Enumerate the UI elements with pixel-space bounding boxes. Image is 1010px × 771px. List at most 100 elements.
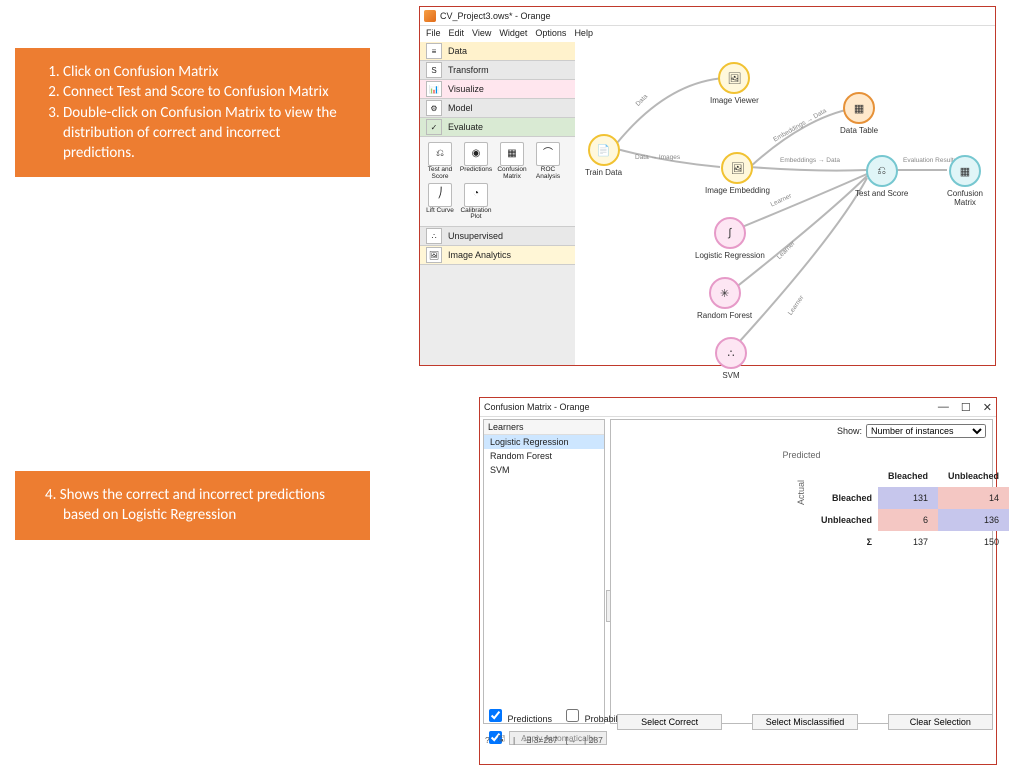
chart-icon: 📊	[426, 81, 442, 97]
node-logistic-regression[interactable]: ∫Logistic Regression	[695, 217, 765, 260]
node-data-table[interactable]: ▦Data Table	[840, 92, 878, 135]
widget-test-and-score[interactable]: ⎌Test and Score	[422, 142, 458, 181]
node-confusion-matrix[interactable]: ▦Confusion Matrix	[935, 155, 995, 207]
clear-selection-button[interactable]: Clear Selection	[888, 714, 993, 730]
cell-0-0[interactable]: 131	[878, 487, 938, 509]
roc-icon: ⌒	[536, 142, 560, 166]
table-icon: ▦	[843, 92, 875, 124]
widget-predictions[interactable]: ◉Predictions	[458, 142, 494, 181]
menu-options[interactable]: Options	[535, 28, 566, 43]
node-train-data[interactable]: 📄Train Data	[585, 134, 622, 177]
widget-roc[interactable]: ⌒ROC Analysis	[530, 142, 566, 181]
cell-1-1[interactable]: 136	[938, 509, 1009, 531]
workflow-canvas[interactable]: Data Data → Images Embeddings → Data Emb…	[575, 42, 995, 365]
learner-rf[interactable]: Random Forest	[484, 449, 604, 463]
calibration-icon: ◔	[464, 183, 488, 207]
select-misclassified-button[interactable]: Select Misclassified	[752, 714, 857, 730]
test-score-node-icon: ⎌	[866, 155, 898, 187]
cell-1-0[interactable]: 6	[878, 509, 938, 531]
category-model[interactable]: ⚙Model	[420, 99, 575, 118]
save-icon[interactable]: 🖫	[498, 733, 505, 747]
menu-view[interactable]: View	[472, 28, 491, 43]
maximize-icon[interactable]: ☐	[961, 401, 971, 414]
close-icon[interactable]: ✕	[983, 401, 992, 414]
lift-icon: ⎠	[428, 183, 452, 207]
cell-0-1[interactable]: 14	[938, 487, 1009, 509]
instr-2: Connect Test and Score to Confusion Matr…	[63, 82, 350, 102]
svm-icon: ∴	[715, 337, 747, 369]
menu-edit[interactable]: Edit	[449, 28, 465, 43]
status-out: [→ - | 287	[566, 735, 603, 745]
cm-titlebar: Confusion Matrix - Orange — ☐ ✕	[480, 398, 996, 417]
confusion-icon: ▦	[500, 142, 524, 166]
canvas-links	[575, 42, 995, 365]
instr-1: Click on Confusion Matrix	[63, 62, 350, 82]
transform-icon: S	[426, 62, 442, 78]
row-sigma: Σ	[811, 531, 878, 553]
node-svm[interactable]: ∴SVM	[715, 337, 747, 380]
confusion-node-icon: ▦	[949, 155, 981, 187]
file-icon: 📄	[588, 134, 620, 166]
colsum-0: 137	[878, 531, 938, 553]
widget-sidebar: ≡Data STransform 📊Visualize ⚙Model ✓Eval…	[420, 42, 576, 365]
widget-confusion-matrix[interactable]: ▦Confusion Matrix	[494, 142, 530, 181]
row-unbleached: Unbleached	[811, 509, 878, 531]
select-correct-button[interactable]: Select Correct	[617, 714, 722, 730]
category-unsupervised[interactable]: ∴Unsupervised	[420, 227, 575, 246]
actual-label: Actual	[796, 480, 806, 505]
image-viewer-icon: 🖼	[718, 62, 750, 94]
instruction-box-2: 4. Shows the correct and incorrect predi…	[15, 471, 370, 540]
col-bleached: Bleached	[878, 465, 938, 487]
category-image-analytics[interactable]: 🖼Image Analytics	[420, 246, 575, 265]
logreg-icon: ∫	[714, 217, 746, 249]
test-score-icon: ⎌	[428, 142, 452, 166]
show-label: Show:	[837, 426, 862, 436]
colsum-1: 150	[938, 531, 1009, 553]
category-data[interactable]: ≡Data	[420, 42, 575, 61]
cm-title: Confusion Matrix - Orange	[484, 402, 590, 412]
link-label-embdata2: Embeddings → Data	[780, 157, 840, 164]
titlebar: CV_Project3.ows* - Orange	[420, 7, 995, 26]
image-analytics-icon: 🖼	[426, 247, 442, 263]
learners-panel: Learners Logistic Regression Random Fore…	[483, 419, 605, 724]
node-random-forest[interactable]: ✳Random Forest	[697, 277, 752, 320]
menu-widget[interactable]: Widget	[499, 28, 527, 43]
window-controls: — ☐ ✕	[938, 401, 992, 414]
menu-help[interactable]: Help	[574, 28, 593, 43]
show-select[interactable]: Number of instances	[866, 424, 986, 438]
learner-logreg[interactable]: Logistic Regression	[484, 435, 604, 449]
cm-bottom-bar: Predictions Probabilities Apply Automati…	[483, 704, 993, 761]
folder-icon: ≡	[426, 43, 442, 59]
category-visualize[interactable]: 📊Visualize	[420, 80, 575, 99]
node-image-embedding[interactable]: 🖼Image Embedding	[705, 152, 770, 195]
learner-svm[interactable]: SVM	[484, 463, 604, 477]
info-icon[interactable]: ?	[485, 735, 490, 745]
instr-4: 4. Shows the correct and incorrect predi…	[63, 485, 350, 526]
col-unbleached: Unbleached	[938, 465, 1009, 487]
widget-calibration[interactable]: ◔Calibration Plot	[458, 183, 494, 222]
row-bleached: Bleached	[811, 487, 878, 509]
window-title: CV_Project3.ows* - Orange	[440, 11, 551, 21]
instr-3: Double-click on Confusion Matrix to view…	[63, 103, 350, 164]
predictions-icon: ◉	[464, 142, 488, 166]
node-image-viewer[interactable]: 🖼Image Viewer	[710, 62, 759, 105]
menu-file[interactable]: File	[426, 28, 441, 43]
unsupervised-icon: ∴	[426, 228, 442, 244]
widget-lift-curve[interactable]: ⎠Lift Curve	[422, 183, 458, 222]
embedding-icon: 🖼	[721, 152, 753, 184]
confusion-matrix-window: Confusion Matrix - Orange — ☐ ✕ Learners…	[479, 397, 997, 765]
node-test-and-score[interactable]: ⎌Test and Score	[855, 155, 908, 198]
evaluate-widgets: ⎌Test and Score ◉Predictions ▦Confusion …	[420, 137, 575, 227]
matrix-panel: Show: Number of instances Predicted Actu…	[610, 419, 993, 724]
minimize-icon[interactable]: —	[938, 401, 949, 414]
category-transform[interactable]: STransform	[420, 61, 575, 80]
evaluate-icon: ✓	[426, 119, 442, 135]
category-evaluate[interactable]: ✓Evaluate	[420, 118, 575, 137]
confusion-table: BleachedUnbleachedΣ Bleached13114145 Unb…	[811, 465, 1010, 553]
model-icon: ⚙	[426, 100, 442, 116]
status-in: -∃ 3=287	[523, 735, 557, 746]
link-label-images: Data → Images	[635, 154, 680, 161]
predicted-label: Predicted	[782, 450, 820, 460]
instruction-box-1: Click on Confusion Matrix Connect Test a…	[15, 48, 370, 177]
orange-main-window: CV_Project3.ows* - Orange File Edit View…	[419, 6, 996, 366]
